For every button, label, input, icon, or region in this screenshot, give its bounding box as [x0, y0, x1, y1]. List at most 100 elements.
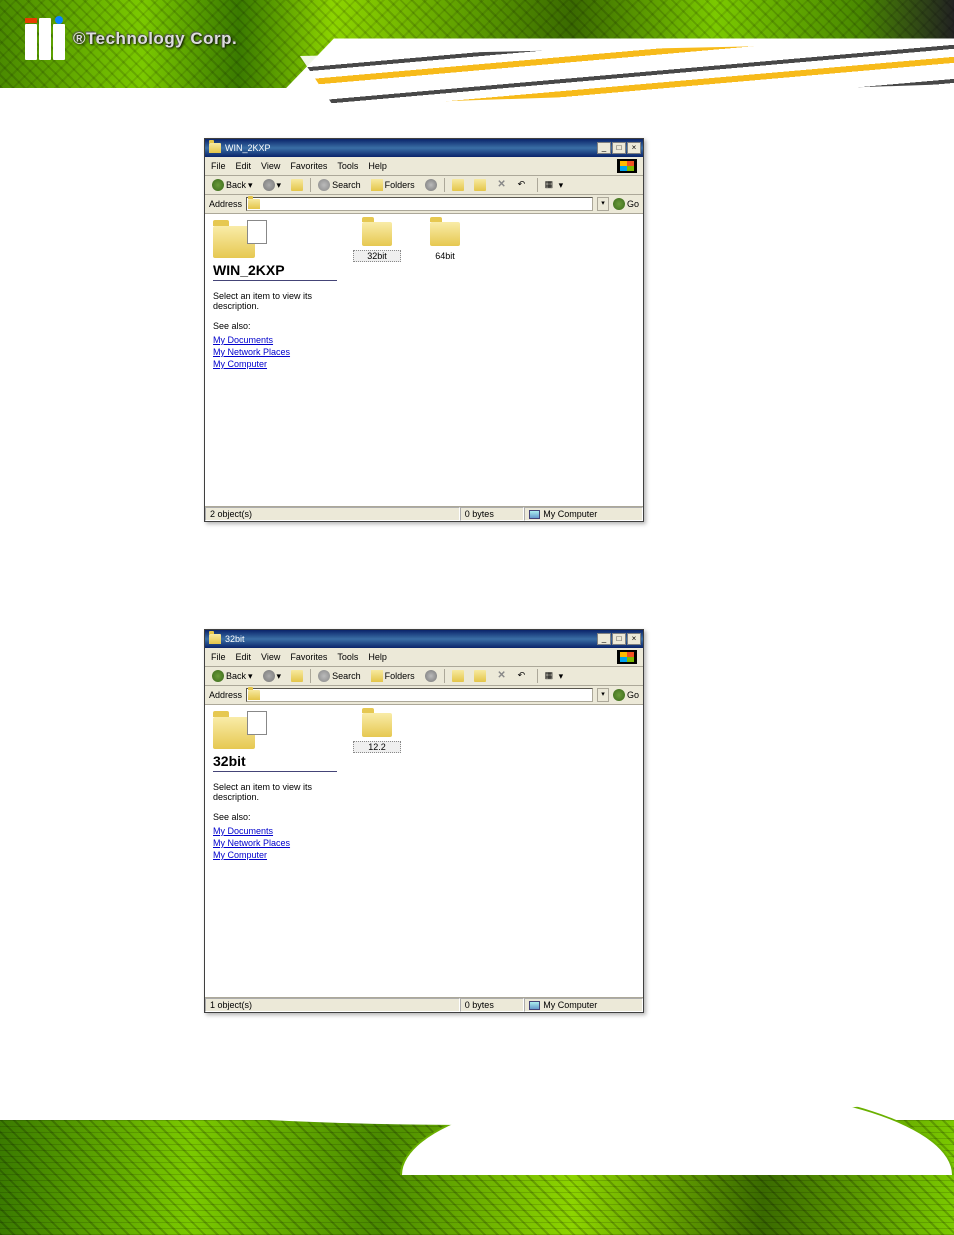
link-my-network-places[interactable]: My Network Places — [213, 347, 337, 357]
folder-item-64bit[interactable]: 64bit — [421, 222, 469, 262]
link-my-network-places[interactable]: My Network Places — [213, 838, 337, 848]
move-icon — [452, 179, 464, 191]
go-icon — [613, 198, 625, 210]
address-input[interactable] — [246, 688, 593, 702]
delete-icon: ✕ — [496, 670, 508, 682]
up-button[interactable] — [288, 178, 306, 192]
delete-button[interactable]: ✕ — [493, 669, 511, 683]
folder-label: 32bit — [353, 250, 401, 262]
menubar: File Edit View Favorites Tools Help — [205, 157, 643, 176]
folder-title: 32bit — [213, 753, 337, 772]
menu-file[interactable]: File — [211, 652, 226, 662]
move-to-button[interactable] — [449, 178, 467, 192]
folder-description: Select an item to view its description. — [213, 291, 337, 311]
move-to-button[interactable] — [449, 669, 467, 683]
folder-icon — [248, 690, 260, 700]
address-dropdown[interactable]: ▾ — [597, 688, 609, 702]
go-icon — [613, 689, 625, 701]
window-title: WIN_2KXP — [225, 143, 271, 153]
explorer-window-win2kxp: WIN_2KXP _ □ × File Edit View Favorites … — [204, 138, 644, 522]
copy-to-button[interactable] — [471, 178, 489, 192]
menu-view[interactable]: View — [261, 161, 280, 171]
address-label: Address — [209, 199, 242, 209]
move-icon — [452, 670, 464, 682]
maximize-button[interactable]: □ — [612, 142, 626, 154]
menu-tools[interactable]: Tools — [337, 161, 358, 171]
delete-button[interactable]: ✕ — [493, 178, 511, 192]
folder-label: 12.2 — [353, 741, 401, 753]
undo-button[interactable]: ↶ — [515, 178, 533, 192]
windows-flag-icon — [617, 650, 637, 664]
company-logo: ®Technology Corp. — [25, 18, 237, 60]
explorer-window-32bit: 32bit _ □ × File Edit View Favorites Too… — [204, 629, 644, 1013]
menu-edit[interactable]: Edit — [236, 652, 252, 662]
folder-item-32bit[interactable]: 32bit — [353, 222, 401, 262]
folders-button[interactable]: Folders — [368, 669, 418, 683]
status-objects: 1 object(s) — [205, 998, 460, 1012]
delete-icon: ✕ — [496, 179, 508, 191]
maximize-button[interactable]: □ — [612, 633, 626, 645]
computer-icon — [529, 1001, 540, 1010]
menu-tools[interactable]: Tools — [337, 652, 358, 662]
menu-help[interactable]: Help — [368, 161, 387, 171]
file-list-area[interactable]: 32bit 64bit — [345, 214, 643, 506]
up-icon — [291, 179, 303, 191]
copy-to-button[interactable] — [471, 669, 489, 683]
menu-view[interactable]: View — [261, 652, 280, 662]
history-button[interactable] — [422, 178, 440, 192]
up-icon — [291, 670, 303, 682]
titlebar[interactable]: 32bit _ □ × — [205, 630, 643, 648]
file-list-area[interactable]: 12.2 — [345, 705, 643, 997]
window-title: 32bit — [225, 634, 245, 644]
link-my-computer[interactable]: My Computer — [213, 850, 337, 860]
history-button[interactable] — [422, 669, 440, 683]
folders-button[interactable]: Folders — [368, 178, 418, 192]
status-location: My Computer — [524, 998, 643, 1012]
computer-icon — [529, 510, 540, 519]
titlebar[interactable]: WIN_2KXP _ □ × — [205, 139, 643, 157]
go-button[interactable]: Go — [613, 689, 639, 701]
separator — [444, 669, 445, 683]
undo-icon: ↶ — [518, 670, 530, 682]
menu-file[interactable]: File — [211, 161, 226, 171]
search-icon — [318, 670, 330, 682]
views-button[interactable]: ▦▾ — [542, 669, 567, 683]
go-button[interactable]: Go — [613, 198, 639, 210]
link-my-computer[interactable]: My Computer — [213, 359, 337, 369]
menu-favorites[interactable]: Favorites — [290, 161, 327, 171]
views-button[interactable]: ▦▾ — [542, 178, 567, 192]
folder-large-icon — [213, 220, 267, 258]
address-dropdown[interactable]: ▾ — [597, 197, 609, 211]
status-location: My Computer — [524, 507, 643, 521]
search-icon — [318, 179, 330, 191]
folder-large-icon — [213, 711, 267, 749]
statusbar: 1 object(s) 0 bytes My Computer — [205, 997, 643, 1012]
toolbar: Back ▾ ▾ Search Folders ✕ ↶ ▦▾ — [205, 667, 643, 686]
windows-flag-icon — [617, 159, 637, 173]
folder-icon — [209, 634, 221, 644]
undo-button[interactable]: ↶ — [515, 669, 533, 683]
see-also-label: See also: — [213, 812, 337, 822]
up-button[interactable] — [288, 669, 306, 683]
link-my-documents[interactable]: My Documents — [213, 826, 337, 836]
forward-button[interactable]: ▾ — [260, 669, 285, 683]
close-button[interactable]: × — [627, 142, 641, 154]
forward-button[interactable]: ▾ — [260, 178, 285, 192]
close-button[interactable]: × — [627, 633, 641, 645]
menu-favorites[interactable]: Favorites — [290, 652, 327, 662]
search-button[interactable]: Search — [315, 669, 364, 683]
folder-label: 64bit — [421, 250, 469, 262]
address-input[interactable] — [246, 197, 593, 211]
folders-icon — [371, 670, 383, 682]
search-button[interactable]: Search — [315, 178, 364, 192]
back-button[interactable]: Back ▾ — [209, 669, 256, 683]
menu-edit[interactable]: Edit — [236, 161, 252, 171]
separator — [444, 178, 445, 192]
folder-item-12-2[interactable]: 12.2 — [353, 713, 401, 753]
see-also-label: See also: — [213, 321, 337, 331]
link-my-documents[interactable]: My Documents — [213, 335, 337, 345]
minimize-button[interactable]: _ — [597, 633, 611, 645]
back-button[interactable]: Back ▾ — [209, 178, 256, 192]
menu-help[interactable]: Help — [368, 652, 387, 662]
minimize-button[interactable]: _ — [597, 142, 611, 154]
